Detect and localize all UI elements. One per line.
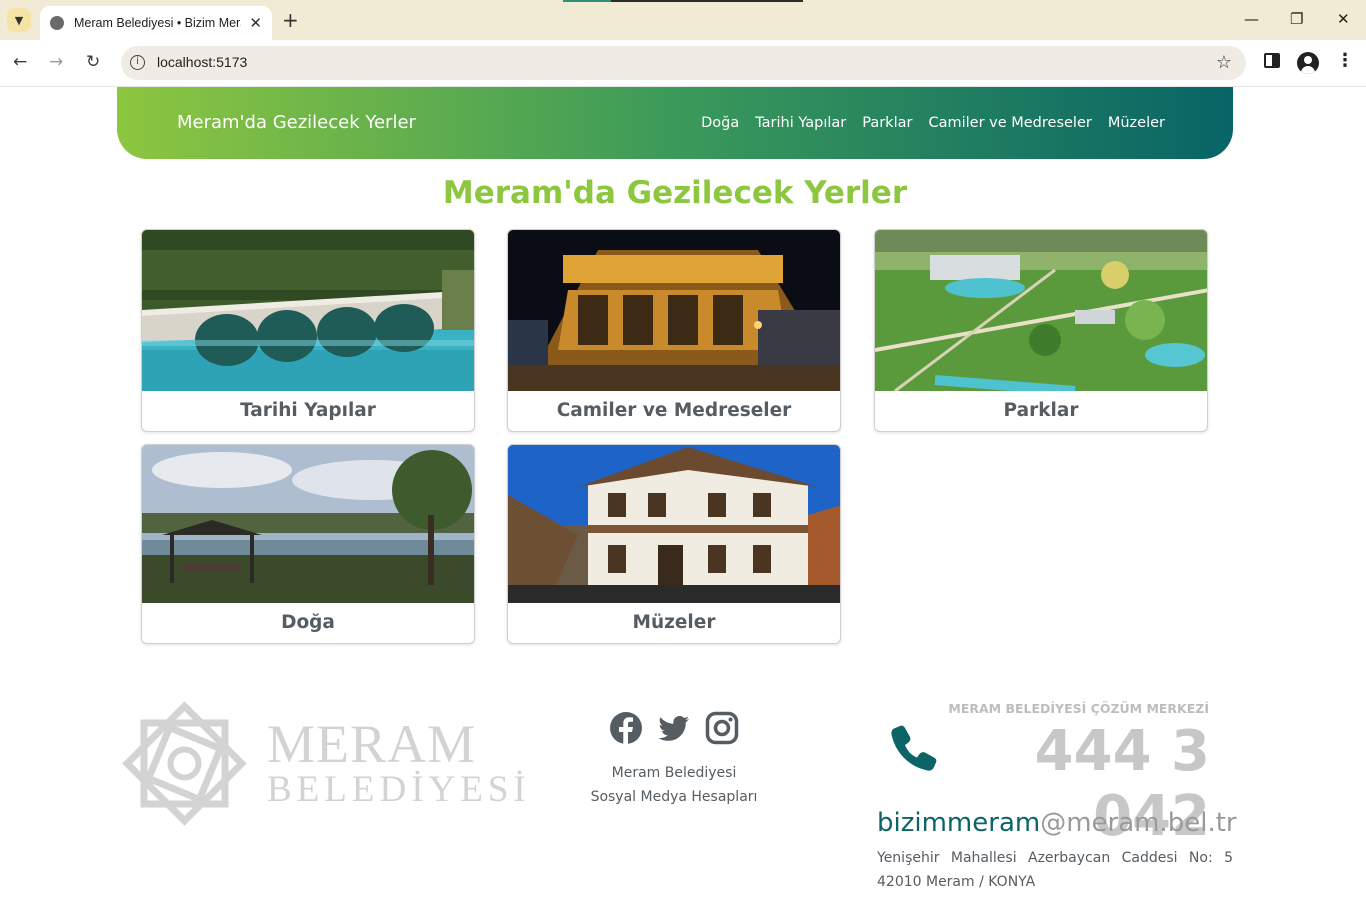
card-label: Parklar	[1003, 400, 1079, 421]
reload-icon[interactable]: ↻	[86, 52, 100, 72]
new-tab-button[interactable]: +	[282, 8, 299, 32]
site-info-icon[interactable]: i	[130, 55, 145, 70]
email-link[interactable]: bizimmeram@meram.bel.tr	[877, 808, 1237, 838]
card-label: Doğa	[281, 612, 335, 633]
site-brand[interactable]: Meram'da Gezilecek Yerler	[177, 112, 416, 133]
nav-menu: Doğa Tarihi Yapılar Parklar Camiler ve M…	[701, 115, 1165, 131]
page: Meram'da Gezilecek Yerler Doğa Tarihi Ya…	[0, 87, 1366, 909]
tabbar-accent	[563, 0, 803, 2]
side-panel-icon[interactable]	[1264, 53, 1280, 68]
card-doga[interactable]: Doğa	[141, 444, 475, 644]
nav-link-muzeler[interactable]: Müzeler	[1108, 115, 1165, 131]
close-tab-icon[interactable]: ✕	[249, 14, 262, 32]
browser-tab-active[interactable]: Meram Belediyesi • Bizim Meram ✕	[40, 6, 272, 40]
card-label: Tarihi Yapılar	[240, 400, 376, 421]
address-bar[interactable]: i localhost:5173 ☆	[121, 46, 1246, 80]
logo-text-meram: MERAM	[267, 714, 477, 774]
social-media-block: Meram Belediyesi Sosyal Medya Hesapları	[574, 711, 774, 809]
address-line1: Yenişehir Mahallesi Azerbaycan Caddesi N…	[877, 850, 1233, 866]
window-close-icon[interactable]: ✕	[1337, 10, 1350, 28]
back-icon[interactable]: ←	[13, 52, 27, 72]
card-muzeler[interactable]: Müzeler	[507, 444, 841, 644]
phone-icon	[891, 725, 937, 771]
browser-menu-icon[interactable]: ⋮	[1336, 50, 1354, 71]
site-navbar: Meram'da Gezilecek Yerler Doğa Tarihi Ya…	[117, 87, 1233, 159]
email-user: bizimmeram	[877, 808, 1041, 838]
social-caption: Meram Belediyesi Sosyal Medya Hesapları	[574, 761, 774, 809]
card-image-park	[875, 230, 1207, 391]
tab-search-button[interactable]: ▼	[7, 8, 31, 32]
nav-link-tarihi-yapilar[interactable]: Tarihi Yapılar	[755, 115, 846, 131]
card-label: Camiler ve Medreseler	[556, 400, 792, 421]
logo-text-belediyesi: BELEDİYESİ	[267, 769, 531, 810]
card-tarihi-yapilar[interactable]: Tarihi Yapılar	[141, 229, 475, 432]
browser-tabbar: ▼ Meram Belediyesi • Bizim Meram ✕ + — ❐…	[0, 0, 1366, 40]
globe-icon	[50, 16, 64, 30]
address: Yenişehir Mahallesi Azerbaycan Caddesi N…	[877, 846, 1233, 894]
social-caption-line1: Meram Belediyesi	[611, 765, 737, 781]
bookmark-star-icon[interactable]: ☆	[1216, 52, 1232, 73]
chevron-down-icon: ▼	[14, 13, 24, 27]
card-label: Müzeler	[632, 612, 716, 633]
browser-toolbar: ← → ↻ i localhost:5173 ☆ ⋮	[0, 40, 1366, 87]
forward-icon[interactable]: →	[49, 52, 63, 72]
facebook-icon[interactable]	[609, 711, 643, 745]
profile-avatar-icon[interactable]	[1297, 52, 1319, 74]
nav-link-doga[interactable]: Doğa	[701, 115, 739, 131]
instagram-icon[interactable]	[705, 711, 739, 745]
social-icons	[574, 711, 774, 745]
email-domain: @meram.bel.tr	[1040, 808, 1237, 838]
call-center-title: MERAM BELEDİYESİ ÇÖZÜM MERKEZİ	[948, 701, 1209, 716]
tab-title: Meram Belediyesi • Bizim Meram	[74, 16, 242, 30]
restore-icon[interactable]: ❐	[1290, 10, 1303, 28]
card-parklar[interactable]: Parklar	[874, 229, 1208, 432]
social-caption-line2: Sosyal Medya Hesapları	[590, 789, 758, 805]
card-image-mosque	[508, 230, 840, 391]
card-image-bridge	[142, 230, 474, 391]
meram-emblem-icon	[122, 701, 247, 826]
url-text[interactable]: localhost:5173	[157, 54, 247, 70]
card-image-nature	[142, 445, 474, 603]
meram-logo[interactable]: MERAM BELEDİYESİ	[117, 696, 526, 831]
nav-link-camiler[interactable]: Camiler ve Medreseler	[928, 115, 1091, 131]
card-image-museum	[508, 445, 840, 603]
card-camiler[interactable]: Camiler ve Medreseler	[507, 229, 841, 432]
address-line2: 42010 Meram / KONYA	[877, 874, 1036, 890]
page-title: Meram'da Gezilecek Yerler	[442, 175, 908, 211]
twitter-icon[interactable]	[657, 711, 691, 745]
nav-link-parklar[interactable]: Parklar	[862, 115, 912, 131]
minimize-icon[interactable]: —	[1244, 10, 1259, 28]
